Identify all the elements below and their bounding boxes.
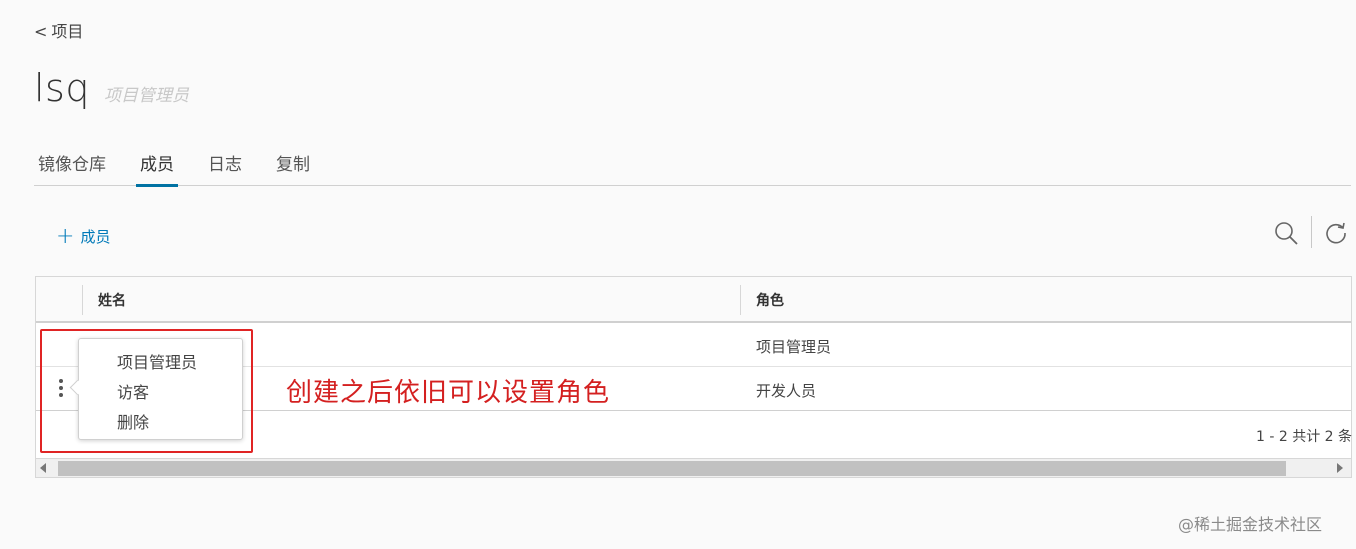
add-member-label: 成员	[80, 228, 111, 246]
annotation-text: 创建之后依旧可以设置角色	[286, 378, 611, 408]
column-separator[interactable]	[740, 285, 741, 315]
add-member-button[interactable]: + 成员	[56, 223, 111, 249]
scrollbar-thumb[interactable]	[58, 461, 1286, 476]
pagination-count: 1 - 2 共计 2 条	[1256, 429, 1353, 445]
page-title: lsq	[34, 66, 90, 110]
member-role: 开发人员	[756, 382, 817, 400]
refresh-icon[interactable]	[1322, 219, 1350, 247]
tab-logs[interactable]: 日志	[204, 140, 246, 186]
toolbar-divider	[1311, 216, 1312, 248]
horizontal-scrollbar[interactable]	[35, 458, 1352, 478]
project-role-label: 项目管理员	[103, 86, 189, 106]
tab-repositories[interactable]: 镜像仓库	[34, 140, 110, 186]
breadcrumb-label: 项目	[51, 22, 84, 41]
column-header-role[interactable]: 角色	[756, 290, 784, 310]
tab-replication[interactable]: 复制	[272, 140, 314, 186]
plus-icon: +	[56, 223, 75, 249]
annotation-highlight-box	[40, 329, 253, 453]
column-header-name[interactable]: 姓名	[98, 290, 126, 310]
tab-members[interactable]: 成员	[136, 140, 178, 187]
chevron-left-icon: <	[34, 22, 48, 41]
watermark: @稀土掘金技术社区	[1178, 515, 1323, 534]
table-header: 姓名 角色	[36, 277, 1351, 323]
page-header: lsq 项目管理员	[34, 66, 189, 110]
search-icon[interactable]	[1272, 219, 1300, 247]
scroll-right-icon[interactable]	[1337, 463, 1343, 473]
breadcrumb-back-link[interactable]: < 项目	[34, 18, 83, 42]
member-role: 项目管理员	[756, 338, 832, 356]
column-separator[interactable]	[82, 285, 83, 315]
scroll-left-icon[interactable]	[40, 463, 46, 473]
project-tabs: 镜像仓库 成员 日志 复制	[34, 140, 1351, 187]
